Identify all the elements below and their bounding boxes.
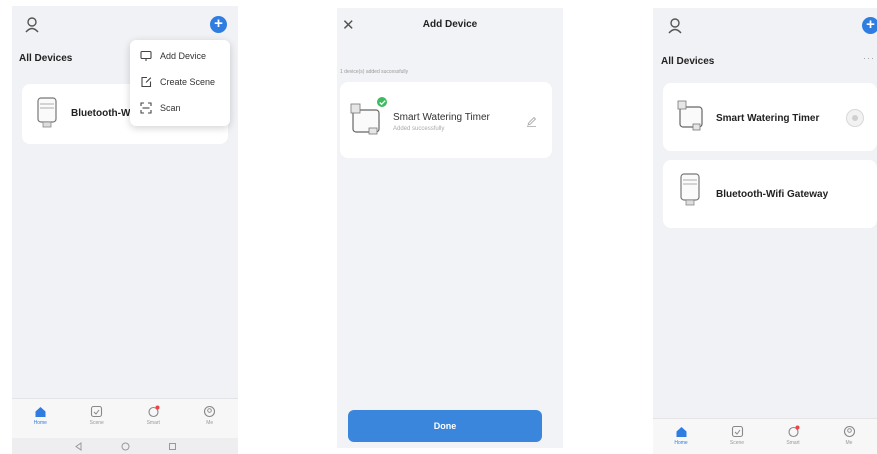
user-icon[interactable] bbox=[666, 17, 684, 35]
tab-bar: Home Scene Smart Me bbox=[653, 418, 877, 454]
tab-label: Scene bbox=[89, 420, 104, 426]
device-name: Bluetooth-W bbox=[71, 108, 131, 119]
scene-icon bbox=[731, 425, 743, 438]
tab-label: Smart bbox=[146, 420, 160, 426]
edit-icon[interactable] bbox=[526, 116, 537, 127]
section-title: All Devices bbox=[19, 53, 73, 64]
gateway-icon bbox=[680, 173, 700, 206]
tab-smart[interactable]: Smart bbox=[138, 405, 168, 426]
recents-icon[interactable] bbox=[168, 442, 177, 451]
tab-label: Me bbox=[206, 420, 214, 426]
add-device-icon bbox=[140, 50, 152, 61]
tab-home[interactable]: Home bbox=[666, 425, 696, 446]
menu-item-label: Create Scene bbox=[160, 77, 216, 87]
menu-item-label: Scan bbox=[160, 103, 181, 113]
menu-create-scene[interactable]: Create Scene bbox=[140, 72, 215, 92]
section-title: All Devices bbox=[661, 56, 715, 67]
device-status: Added successfully bbox=[393, 126, 445, 132]
home-screen-with-menu: + All Devices Bluetooth-W Add Device Cre… bbox=[12, 6, 238, 454]
tab-label: Home bbox=[33, 420, 47, 426]
scene-icon bbox=[91, 405, 103, 418]
watering-timer-icon bbox=[677, 100, 703, 131]
home-icon bbox=[676, 427, 686, 437]
back-icon[interactable] bbox=[74, 441, 83, 451]
device-name: Smart Watering Timer bbox=[393, 112, 490, 123]
add-button[interactable]: + bbox=[210, 16, 227, 33]
user-icon[interactable] bbox=[23, 16, 41, 34]
more-icon[interactable]: ··· bbox=[863, 53, 875, 63]
home-screen-devices: + All Devices ··· Smart Watering Timer B… bbox=[653, 8, 877, 454]
tab-label: Home bbox=[674, 440, 688, 446]
gateway-icon bbox=[37, 97, 57, 128]
tab-home[interactable]: Home bbox=[25, 405, 55, 426]
menu-scan[interactable]: Scan bbox=[140, 98, 181, 118]
menu-add-device[interactable]: Add Device bbox=[140, 46, 206, 66]
added-device-card[interactable]: Smart Watering Timer Added successfully bbox=[340, 82, 552, 158]
add-button[interactable]: + bbox=[862, 17, 877, 34]
page-title: Add Device bbox=[422, 19, 478, 30]
tab-bar: Home Scene Smart Me bbox=[12, 398, 238, 438]
done-button[interactable]: Done bbox=[348, 410, 542, 442]
tab-scene[interactable]: Scene bbox=[722, 425, 752, 446]
tab-label: Scene bbox=[729, 440, 745, 446]
tab-label: Me bbox=[845, 440, 853, 446]
power-toggle[interactable] bbox=[846, 109, 864, 127]
add-device-screen: ✕ Add Device 1 device(s) added successfu… bbox=[337, 8, 563, 448]
add-menu-popup: Add Device Create Scene Scan bbox=[130, 40, 230, 126]
device-card-watering[interactable]: Smart Watering Timer bbox=[663, 83, 877, 151]
tab-label: Smart bbox=[786, 440, 800, 446]
added-note: 1 device(s) added successfully bbox=[340, 69, 409, 75]
device-name: Bluetooth-Wifi Gateway bbox=[716, 189, 829, 200]
system-nav-bar bbox=[12, 438, 238, 454]
device-name: Smart Watering Timer bbox=[716, 113, 820, 124]
device-card-gateway[interactable]: Bluetooth-Wifi Gateway bbox=[663, 160, 877, 228]
success-badge-icon bbox=[376, 96, 388, 108]
tab-scene[interactable]: Scene bbox=[82, 405, 112, 426]
menu-item-label: Add Device bbox=[160, 51, 207, 61]
smart-icon bbox=[787, 425, 799, 438]
scan-icon bbox=[140, 102, 152, 114]
home-circle-icon[interactable] bbox=[121, 442, 130, 451]
tab-me[interactable]: Me bbox=[834, 425, 864, 446]
me-icon bbox=[843, 425, 855, 438]
smart-icon bbox=[148, 405, 160, 418]
tab-me[interactable]: Me bbox=[195, 405, 225, 426]
home-icon bbox=[35, 407, 46, 417]
me-icon bbox=[204, 405, 216, 418]
tab-smart[interactable]: Smart bbox=[778, 425, 808, 446]
create-scene-icon bbox=[141, 76, 152, 88]
